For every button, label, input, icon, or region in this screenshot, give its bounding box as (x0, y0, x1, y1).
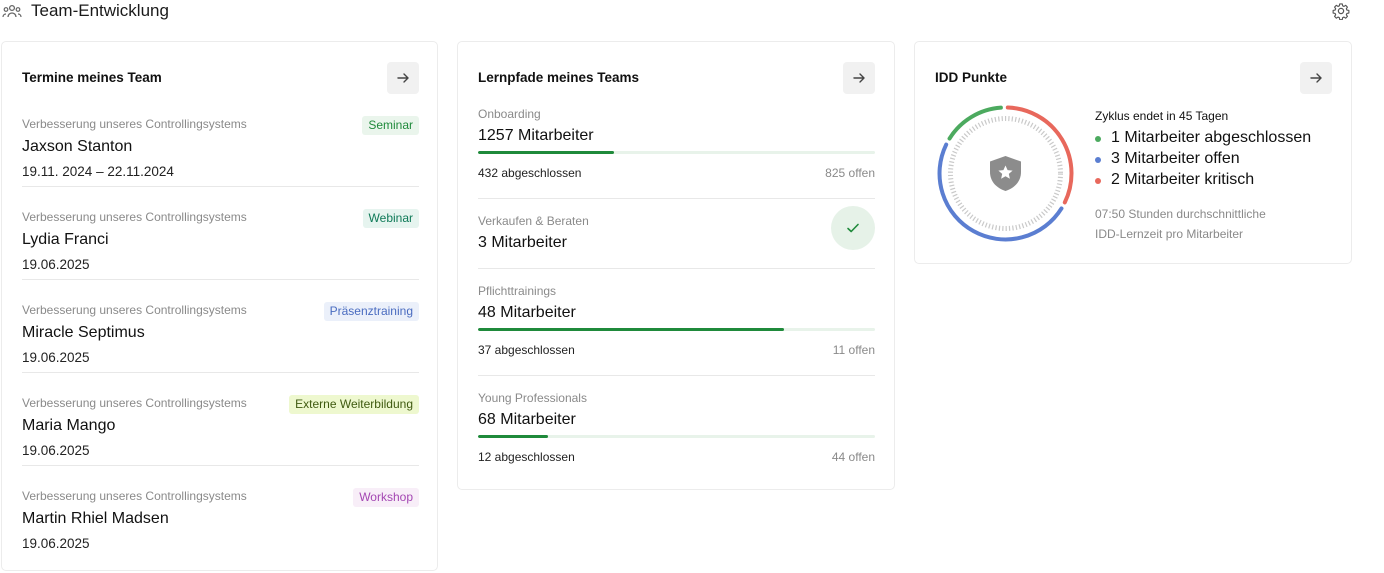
event-item[interactable]: Verbesserung unseres Controllingsystems … (22, 395, 419, 488)
path-progress-bar (478, 151, 875, 154)
event-subject: Verbesserung unseres Controllingsystems (22, 117, 247, 131)
termine-card: Termine meines Team Verbesserung unseres… (1, 41, 438, 571)
team-icon (2, 4, 22, 18)
idd-title: IDD Punkte (935, 70, 1008, 85)
event-date: 19.06.2025 (22, 536, 90, 551)
gear-icon[interactable] (1332, 2, 1350, 20)
divider (478, 268, 875, 269)
idd-legend-completed: 1 Mitarbeiter abgeschlossen (1095, 129, 1345, 150)
idd-cycle-info: Zyklus endet in 45 Tagen (1095, 109, 1229, 123)
event-subject: Verbesserung unseres Controllingsystems (22, 489, 247, 503)
event-participant: Miracle Septimus (22, 324, 145, 341)
divider (22, 279, 419, 280)
path-name: Young Professionals (478, 391, 587, 405)
event-participant: Martin Rhiel Madsen (22, 510, 169, 527)
idd-card: IDD Punkte Zyklus endet in 45 Tagen 1 Mi… (914, 41, 1352, 264)
path-open: 44 offen (831, 450, 875, 464)
path-progress-bar (478, 435, 875, 438)
idd-ring-segment (1005, 105, 1074, 205)
completed-check-badge (831, 206, 875, 250)
arrow-right-icon (853, 73, 865, 83)
idd-average-time: 07:50 Stunden durchschnittliche IDD-Lern… (1095, 204, 1335, 244)
divider (478, 198, 875, 199)
path-employee-count: 48 Mitarbeiter (478, 304, 576, 321)
idd-note-line: IDD-Lernzeit pro Mitarbeiter (1095, 227, 1244, 241)
page-title: Team-Entwicklung (31, 1, 169, 20)
path-open: 11 offen (832, 343, 875, 357)
learning-path-item[interactable]: Young Professionals 68 Mitarbeiter 12 ab… (478, 391, 875, 471)
event-participant: Lydia Franci (22, 231, 109, 248)
path-name: Verkaufen & Beraten (478, 214, 589, 228)
event-participant: Jaxson Stanton (22, 138, 133, 155)
divider (478, 375, 875, 376)
legend-text: 1 Mitarbeiter abgeschlossen (1111, 129, 1312, 146)
idd-legend-open: 3 Mitarbeiter offen (1095, 150, 1345, 171)
event-item[interactable]: Verbesserung unseres Controllingsystems … (22, 302, 419, 395)
path-completed: 37 abgeschlossen (478, 343, 575, 357)
path-name: Onboarding (478, 107, 541, 121)
event-date: 19.11. 2024 – 22.11.2024 (22, 164, 174, 179)
event-participant: Maria Mango (22, 417, 116, 434)
event-subject: Verbesserung unseres Controllingsystems (22, 303, 247, 317)
path-progress-fill (478, 435, 548, 438)
event-date: 19.06.2025 (22, 350, 90, 365)
learning-path-item[interactable]: Onboarding 1257 Mitarbeiter 432 abgeschl… (478, 107, 875, 199)
idd-open-button[interactable] (1300, 62, 1332, 94)
path-employee-count: 3 Mitarbeiter (478, 234, 567, 251)
idd-legend-critical: 2 Mitarbeiter kritisch (1095, 171, 1345, 192)
path-employee-count: 68 Mitarbeiter (478, 411, 576, 428)
idd-ring-segment (947, 105, 1003, 141)
event-date: 19.06.2025 (22, 257, 90, 272)
lernpfade-card: Lernpfade meines Teams Onboarding 1257 M… (457, 41, 895, 490)
event-subject: Verbesserung unseres Controllingsystems (22, 210, 247, 224)
legend-text: 2 Mitarbeiter kritisch (1111, 171, 1255, 188)
event-type-badge: Präsenztraining (323, 302, 419, 321)
lernpfade-open-button[interactable] (843, 62, 875, 94)
event-type-badge: Workshop (353, 488, 419, 507)
shield-star-icon (990, 156, 1021, 191)
path-progress-fill (478, 328, 784, 331)
event-date: 19.06.2025 (22, 443, 90, 458)
legend-dot (1095, 178, 1101, 184)
path-open: 825 offen (825, 166, 875, 180)
path-completed: 432 abgeschlossen (478, 166, 582, 180)
event-type-badge: Externe Weiterbildung (289, 395, 419, 414)
check-icon (847, 223, 859, 233)
event-subject: Verbesserung unseres Controllingsystems (22, 396, 247, 410)
arrow-right-icon (1310, 73, 1322, 83)
event-item[interactable]: Verbesserung unseres Controllingsystems … (22, 209, 419, 302)
divider (22, 372, 419, 373)
event-type-badge: Webinar (362, 209, 419, 228)
learning-path-item[interactable]: Pflichttrainings 48 Mitarbeiter 37 abges… (478, 284, 875, 376)
legend-text: 3 Mitarbeiter offen (1111, 150, 1240, 167)
event-type-badge: Seminar (362, 116, 419, 135)
lernpfade-title: Lernpfade meines Teams (478, 70, 640, 85)
arrow-right-icon (397, 73, 409, 83)
idd-status-ring (937, 105, 1074, 242)
path-name: Pflichttrainings (478, 284, 557, 298)
path-progress-fill (478, 151, 615, 154)
path-progress-bar (478, 328, 875, 331)
event-item[interactable]: Verbesserung unseres Controllingsystems … (22, 116, 419, 209)
divider (22, 186, 419, 187)
learning-path-item[interactable]: Verkaufen & Beraten 3 Mitarbeiter (478, 206, 875, 269)
divider (22, 465, 419, 466)
path-employee-count: 1257 Mitarbeiter (478, 127, 594, 144)
path-completed: 12 abgeschlossen (478, 450, 575, 464)
legend-dot (1095, 136, 1101, 142)
page-header: Team-Entwicklung (0, 0, 1384, 24)
event-item[interactable]: Verbesserung unseres Controllingsystems … (22, 488, 419, 573)
termine-title: Termine meines Team (22, 70, 162, 85)
termine-open-button[interactable] (387, 62, 419, 94)
idd-note-line: 07:50 Stunden durchschnittliche (1095, 207, 1266, 221)
legend-dot (1095, 157, 1101, 163)
